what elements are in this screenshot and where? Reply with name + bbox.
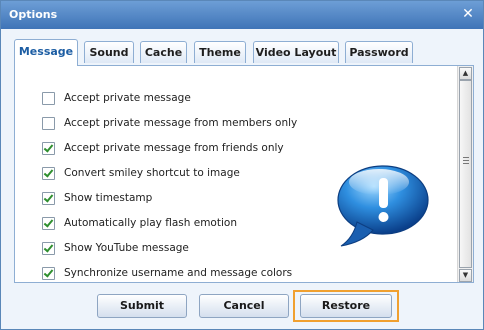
- close-icon[interactable]: ✕: [461, 7, 475, 21]
- cancel-button[interactable]: Cancel: [199, 294, 289, 318]
- option-label: Synchronize username and message colors: [64, 267, 293, 279]
- restore-button[interactable]: Restore: [300, 294, 392, 318]
- option-show-timestamp[interactable]: Show timestamp: [42, 190, 152, 206]
- option-label: Accept private message from members only: [64, 117, 298, 129]
- option-label: Convert smiley shortcut to image: [64, 167, 240, 179]
- checkbox[interactable]: [42, 91, 55, 105]
- option-label: Show YouTube message: [64, 242, 189, 254]
- scroll-up-icon[interactable]: ▲: [459, 67, 472, 80]
- option-accept-private-friends-only[interactable]: Accept private message from friends only: [42, 140, 284, 156]
- vertical-scrollbar[interactable]: ▲ ▼: [457, 66, 473, 282]
- option-label: Automatically play flash emotion: [64, 217, 237, 229]
- tab-theme[interactable]: Theme: [194, 41, 246, 63]
- checkbox[interactable]: [42, 216, 55, 230]
- tab-sound[interactable]: Sound: [84, 41, 134, 63]
- tab-password[interactable]: Password: [345, 41, 413, 63]
- checkbox[interactable]: [42, 116, 55, 130]
- submit-button[interactable]: Submit: [97, 294, 187, 318]
- option-convert-smiley[interactable]: Convert smiley shortcut to image: [42, 165, 240, 181]
- checkbox[interactable]: [42, 166, 55, 180]
- option-accept-private-message[interactable]: Accept private message: [42, 90, 191, 106]
- checkbox[interactable]: [42, 141, 55, 155]
- option-autoplay-flash-emotion[interactable]: Automatically play flash emotion: [42, 215, 237, 231]
- exclamation-speech-bubble-icon: [337, 165, 429, 247]
- option-label: Accept private message: [64, 92, 191, 104]
- grip-line: [463, 160, 469, 161]
- title-bar[interactable]: Options ✕: [1, 1, 483, 29]
- option-label: Show timestamp: [64, 192, 153, 204]
- grip-line: [463, 157, 469, 158]
- message-options-panel: Accept private message Accept private me…: [14, 65, 474, 283]
- scrollbar-thumb[interactable]: [459, 80, 472, 268]
- option-show-youtube-message[interactable]: Show YouTube message: [42, 240, 189, 256]
- option-label: Accept private message from friends only: [64, 142, 284, 154]
- option-accept-private-members-only[interactable]: Accept private message from members only: [42, 115, 297, 131]
- dialog-title: Options: [9, 8, 58, 21]
- checkbox[interactable]: [42, 191, 55, 205]
- tab-cache[interactable]: Cache: [140, 41, 187, 63]
- options-dialog: Options ✕ Message Sound Cache Theme Vide…: [0, 0, 484, 330]
- checkbox[interactable]: [42, 266, 55, 280]
- option-sync-username-colors[interactable]: Synchronize username and message colors: [42, 265, 292, 281]
- tab-message[interactable]: Message: [14, 39, 78, 66]
- scroll-down-icon[interactable]: ▼: [459, 269, 472, 282]
- checkbox[interactable]: [42, 241, 55, 255]
- grip-line: [463, 163, 469, 164]
- tab-video-layout[interactable]: Video Layout: [253, 41, 339, 63]
